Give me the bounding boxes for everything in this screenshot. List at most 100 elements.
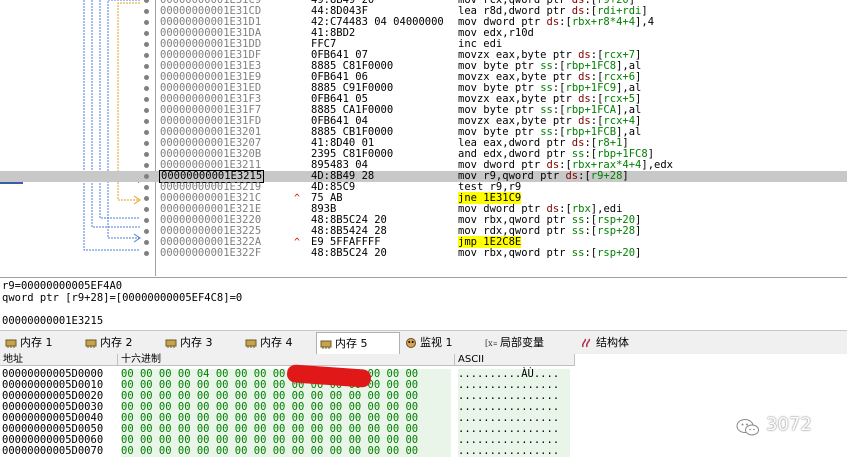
disasm-row[interactable]: 00000000001E3225 48:8B5424 28 mov rdx,qwor… <box>0 226 847 237</box>
breakpoint-dot[interactable] <box>144 207 149 212</box>
dump-header-hex[interactable]: 十六进制 <box>118 354 455 366</box>
instruction-token: rbx+r8*4+4 <box>571 16 636 28</box>
instruction-text: mov rbx,qword ptr ss:[rsp+20] <box>458 248 641 259</box>
tab-label: 内存 4 <box>260 336 293 349</box>
instruction-bytes: 48:8B5C24 20 <box>311 247 387 259</box>
breakpoint-dot[interactable] <box>144 196 149 201</box>
tab-label: 内存 1 <box>20 336 53 349</box>
disasm-row[interactable]: 00000000001E322F 48:8B5C24 20 mov rbx,qwor… <box>0 248 847 259</box>
breakpoint-dot[interactable] <box>144 218 149 223</box>
instruction-token: ss <box>571 225 585 237</box>
instruction-token: ds <box>565 170 579 182</box>
memory-icon <box>85 339 97 348</box>
disasm-row[interactable]: 00000000001E322A ^ E9 5FFAFFFF jmp 1E2C8E <box>0 236 847 248</box>
disasm-row[interactable]: 00000000001E3201 8885 CB1F0000 mov byte pt… <box>0 127 847 138</box>
dump-ascii[interactable]: ................ <box>458 446 570 457</box>
disasm-row[interactable]: 00000000001E31D1 42:C74483 04 04000000 mov… <box>0 17 847 28</box>
breakpoint-dot[interactable] <box>144 251 149 256</box>
disasm-row[interactable]: 00000000001E31F7 8885 CA1F0000 mov byte pt… <box>0 105 847 116</box>
tab-label: 局部变量 <box>500 336 544 349</box>
tab-memory-3[interactable]: 内存 3 <box>162 332 238 354</box>
breakpoint-dot[interactable] <box>144 119 149 124</box>
breakpoint-dot[interactable] <box>144 174 149 179</box>
disasm-row[interactable]: 00000000001E3219 4D:85C9 test r9,r9 <box>0 182 847 193</box>
tab-watch-1[interactable]: 监视 1 <box>402 332 478 354</box>
tab-memory-1[interactable]: 内存 1 <box>2 332 78 354</box>
watch-icon <box>406 338 416 348</box>
breakpoint-dot[interactable] <box>144 152 149 157</box>
disasm-row[interactable]: 00000000001E31ED 8885 C91F0000 mov byte pt… <box>0 83 847 94</box>
struct-icon <box>581 338 591 348</box>
memory-dump[interactable]: 地址 十六进制 ASCII 00000000005D0000 00 00 00 0… <box>0 354 847 462</box>
disasm-row[interactable]: 00000000001E3207 41:8D40 01 lea eax,dword … <box>0 138 847 149</box>
memory-icon <box>165 339 177 348</box>
instruction-token: rsp+20 <box>597 247 636 259</box>
breakpoint-dot[interactable] <box>144 75 149 80</box>
tab-struct[interactable]: 结构体 <box>578 332 648 354</box>
instruction-token: rsp+28 <box>597 225 636 237</box>
instruction-token: :[ <box>559 16 572 28</box>
disasm-row[interactable]: 00000000001E31DA 41:8BD2 mov edx,r10d <box>0 28 847 39</box>
tab-locals[interactable]: [x=]局部变量 <box>482 332 574 354</box>
breakpoint-dot[interactable] <box>144 240 149 245</box>
instruction-token: ss <box>571 247 585 259</box>
instruction-token: :[ <box>584 247 598 259</box>
breakpoint-dot[interactable] <box>144 20 149 25</box>
disasm-row[interactable]: 00000000001E31F3 0FB641 05 movzx eax,byte … <box>0 94 847 105</box>
memory-icon <box>5 339 17 348</box>
instruction-token: ] <box>635 225 642 237</box>
tab-memory-4[interactable]: 内存 4 <box>242 332 312 354</box>
breakpoint-dot[interactable] <box>144 185 149 190</box>
tab-memory-5[interactable]: 内存 5 <box>316 332 400 356</box>
breakpoint-dot[interactable] <box>144 108 149 113</box>
breakpoint-dot[interactable] <box>144 141 149 146</box>
info-register: r9=00000000005EF4A0 <box>2 280 123 292</box>
memory-icon <box>245 339 257 348</box>
disasm-row[interactable]: 00000000001E321E 893B mov dword ptr ds:[rb… <box>0 204 847 215</box>
disasm-row[interactable]: 00000000001E31FD 0FB641 04 movzx eax,byte … <box>0 116 847 127</box>
bottom-tabs: 内存 1 内存 2 内存 3 内存 4 内存 5 监视 1 [x=]局部变量 结构体 <box>0 330 847 356</box>
disasm-row[interactable]: 00000000001E31E3 8885 C81F0000 mov byte pt… <box>0 61 847 72</box>
disasm-row-current[interactable]: 00000000001E3215 4D:8B49 28 mov r9,qword p… <box>0 170 847 183</box>
breakpoint-dot[interactable] <box>144 31 149 36</box>
breakpoint-dot[interactable] <box>144 42 149 47</box>
breakpoint-dot[interactable] <box>144 9 149 14</box>
dump-header-address[interactable]: 地址 <box>0 354 118 366</box>
dump-row[interactable]: 00000000005D0070 00 00 00 00 00 00 00 00 … <box>0 446 847 457</box>
disasm-row[interactable]: 00000000001E3211 895483 04 mov dword ptr d… <box>0 160 847 171</box>
tab-label: 内存 3 <box>180 336 213 349</box>
disasm-row[interactable]: 00000000001E31E9 0FB641 06 movzx eax,byte … <box>0 72 847 83</box>
info-pane: r9=00000000005EF4A0 qword ptr [r9+28]=[0… <box>0 277 847 331</box>
disasm-row[interactable]: 00000000001E321C ^ 75 AB jne 1E31C9 <box>0 192 847 204</box>
breakpoint-dot[interactable] <box>144 130 149 135</box>
info-address: 00000000001E3215 <box>2 315 104 327</box>
svg-text:[x=]: [x=] <box>485 339 497 348</box>
tab-label: 监视 1 <box>420 336 453 349</box>
instruction-token: :[ <box>584 225 598 237</box>
disasm-row[interactable]: 00000000001E31DD FFC7 inc edi <box>0 39 847 50</box>
dump-address: 00000000005D0070 <box>2 445 104 457</box>
dump-hex[interactable]: 00 00 00 00 00 00 00 00 00 00 00 00 00 0… <box>121 446 451 457</box>
instruction-token: ds <box>546 16 560 28</box>
disasm-row[interactable]: 00000000001E31DF 0FB641 07 movzx eax,byte … <box>0 50 847 61</box>
wechat-icon <box>736 419 759 436</box>
breakpoint-dot[interactable] <box>144 0 149 3</box>
breakpoint-dot[interactable] <box>144 53 149 58</box>
instruction-token: ] <box>635 247 642 259</box>
instruction-token: r9+28 <box>590 170 623 182</box>
breakpoint-dot[interactable] <box>144 97 149 102</box>
dump-header-ascii[interactable]: ASCII <box>455 354 575 366</box>
disassembly-view[interactable]: RIP 00000000001E31C949:8B49 20mov rcx,qw… <box>0 0 847 276</box>
disasm-row[interactable]: 00000000001E3220 48:8B5C24 20 mov rbx,qwor… <box>0 215 847 226</box>
breakpoint-dot[interactable] <box>144 163 149 168</box>
locals-icon: [x=] <box>485 339 497 348</box>
instruction-token: ] <box>622 170 629 182</box>
breakpoint-dot[interactable] <box>144 64 149 69</box>
tab-memory-2[interactable]: 内存 2 <box>82 332 158 354</box>
breakpoint-dot[interactable] <box>144 86 149 91</box>
info-operand: qword ptr [r9+28]=[00000000005EF4C8]=0 <box>2 292 243 304</box>
jump-indicator: ^ <box>294 193 301 204</box>
disasm-row[interactable]: 00000000001E320B 2395 C81F0000 and edx,dwo… <box>0 149 847 160</box>
breakpoint-dot[interactable] <box>144 229 149 234</box>
instruction-address: 00000000001E322F <box>160 247 262 259</box>
